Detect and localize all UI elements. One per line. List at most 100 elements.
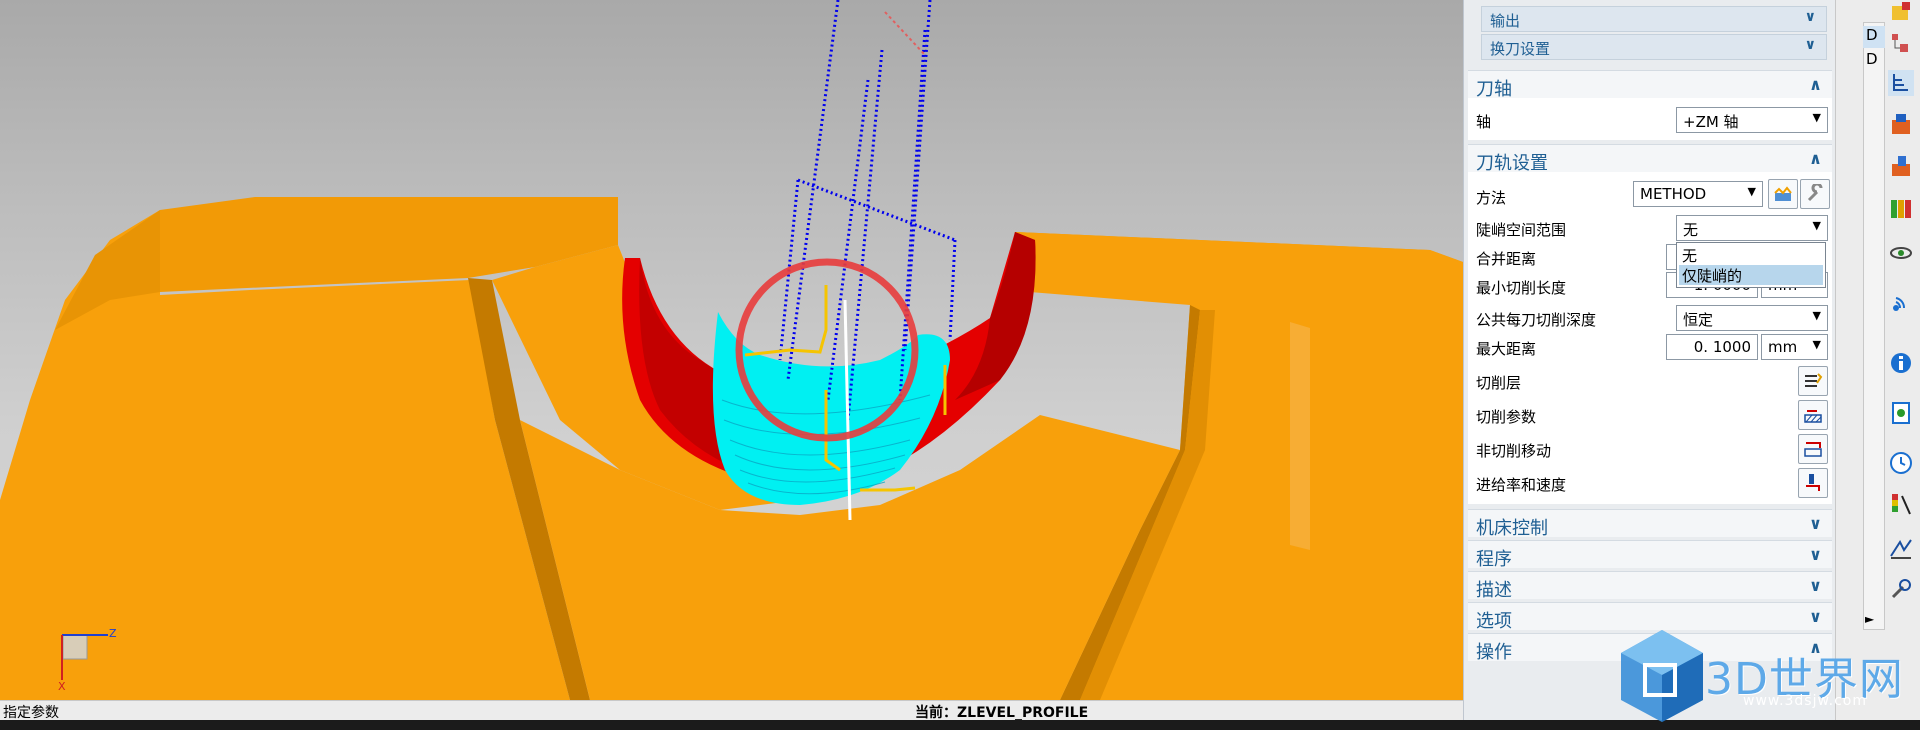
- chevron-down-icon[interactable]: ∨: [1809, 514, 1822, 533]
- tool-library-icon[interactable]: [1888, 154, 1914, 180]
- steep-range-dropdown-list: 无 仅陡峭的: [1676, 242, 1826, 288]
- tool-axis-body: 轴 +ZM 轴 ▼: [1468, 98, 1832, 140]
- section-program-title: 程序: [1476, 549, 1512, 570]
- steep-range-select-value: 无: [1683, 221, 1699, 239]
- section-output[interactable]: 输出 ∨: [1481, 6, 1827, 32]
- axis-select[interactable]: +ZM 轴 ▼: [1676, 107, 1828, 133]
- depth-per-cut-select[interactable]: 恒定 ▼: [1676, 305, 1828, 331]
- dropdown-arrow-icon: ▼: [1812, 219, 1821, 232]
- create-method-icon: [1774, 186, 1792, 201]
- feeds-speeds-label: 进给率和速度: [1476, 476, 1567, 494]
- model-scene: [0, 0, 1463, 700]
- scroll-right-icon[interactable]: ►: [1865, 612, 1874, 626]
- create-method-button[interactable]: [1768, 179, 1798, 209]
- signal-icon[interactable]: [1888, 290, 1914, 316]
- section-actions-title: 操作: [1476, 642, 1512, 663]
- status-bar: 指定参数 当前：ZLEVEL_PROFILE: [0, 700, 1463, 721]
- dropdown-arrow-icon: ▼: [1747, 185, 1756, 198]
- part-slot-right: [1290, 322, 1310, 550]
- section-tool-axis-title: 刀轴: [1476, 79, 1512, 100]
- path-settings-body: 方法 METHOD ▼ 陡峭空间范围 无 ▼ 合并距离 最小切削长度 1. 00…: [1468, 172, 1832, 504]
- dropdown-option-none[interactable]: 无: [1679, 245, 1823, 265]
- max-distance-unit-value: mm: [1768, 338, 1798, 356]
- dropdown-option-steep-only[interactable]: 仅陡峭的: [1679, 265, 1823, 285]
- chevron-down-icon[interactable]: ∨: [1809, 545, 1822, 564]
- cube-logo-icon: [1621, 630, 1703, 722]
- chevron-down-icon[interactable]: ∨: [1805, 9, 1816, 25]
- chevron-down-icon[interactable]: ∨: [1805, 37, 1816, 53]
- dropdown-arrow-icon: ▼: [1812, 338, 1821, 351]
- cut-levels-label: 切削层: [1476, 374, 1522, 392]
- machine-tool-icon[interactable]: [1888, 112, 1914, 138]
- status-prompt: 指定参数: [3, 705, 59, 721]
- edit-method-button[interactable]: [1800, 179, 1830, 209]
- feeds-speeds-button[interactable]: [1798, 468, 1828, 498]
- cut-levels-icon: [1805, 373, 1823, 387]
- section-output-label: 输出: [1490, 12, 1521, 30]
- navigator-column: [1863, 22, 1885, 630]
- axis-label: 轴: [1476, 113, 1492, 131]
- depth-per-cut-label: 公共每刀切削深度: [1476, 311, 1597, 329]
- assembly-navigator-icon[interactable]: [1888, 30, 1914, 56]
- cut-params-button[interactable]: [1798, 400, 1828, 430]
- cut-params-label: 切削参数: [1476, 408, 1537, 426]
- section-tool-change[interactable]: 换刀设置 ∨: [1481, 34, 1827, 60]
- status-current-operation: 当前：ZLEVEL_PROFILE: [915, 705, 1089, 721]
- operation-dialog-panel: 输出 ∨ 换刀设置 ∨ 刀轴 ∧ 轴 +ZM 轴 ▼ 刀轨设置 ∧ 方法 MET…: [1463, 0, 1835, 720]
- section-tool-change-label: 换刀设置: [1490, 40, 1551, 58]
- chevron-down-icon[interactable]: ∨: [1809, 576, 1822, 595]
- method-label: 方法: [1476, 189, 1507, 207]
- color-scale-icon[interactable]: [1888, 492, 1914, 518]
- chevron-down-icon[interactable]: ∨: [1809, 607, 1822, 626]
- book-icon[interactable]: [1888, 196, 1914, 222]
- navigator-tab[interactable]: D: [1863, 26, 1885, 48]
- wrench-icon[interactable]: [1888, 576, 1914, 602]
- section-path-settings[interactable]: 刀轨设置 ∧: [1468, 144, 1832, 174]
- chevron-up-icon[interactable]: ∧: [1809, 75, 1822, 94]
- triad-z-label: Z: [109, 627, 117, 640]
- section-program[interactable]: 程序 ∨: [1468, 540, 1832, 570]
- wrench-icon: [1807, 184, 1823, 202]
- watermark-logo: 3D世界网 www.3dsjw.com: [1615, 625, 1920, 730]
- non-cut-moves-icon: [1804, 442, 1822, 457]
- max-distance-unit[interactable]: mm ▼: [1761, 334, 1828, 360]
- method-select[interactable]: METHOD ▼: [1633, 181, 1763, 207]
- chevron-up-icon[interactable]: ∧: [1809, 149, 1822, 168]
- steep-range-select[interactable]: 无 ▼: [1676, 215, 1828, 241]
- part-navigator-icon[interactable]: [1888, 0, 1914, 26]
- non-cut-moves-button[interactable]: [1798, 434, 1828, 464]
- section-description-title: 描述: [1476, 580, 1512, 601]
- feeds-speeds-icon: [1806, 474, 1820, 491]
- measure-icon[interactable]: [1888, 536, 1914, 562]
- watermark-url: www.3dsjw.com: [1743, 693, 1868, 709]
- cut-levels-button[interactable]: [1798, 366, 1828, 396]
- dropdown-arrow-icon: ▼: [1812, 111, 1821, 124]
- navigator-tab[interactable]: D: [1863, 50, 1885, 72]
- steep-range-label: 陡峭空间范围: [1476, 221, 1567, 239]
- method-select-value: METHOD: [1640, 185, 1707, 203]
- max-distance-field[interactable]: 0. 1000: [1666, 334, 1758, 360]
- eye-icon[interactable]: [1888, 240, 1914, 266]
- section-options-title: 选项: [1476, 611, 1512, 632]
- cut-params-icon: [1804, 410, 1822, 423]
- info-icon[interactable]: [1888, 350, 1914, 376]
- min-cut-length-label: 最小切削长度: [1476, 279, 1567, 297]
- triad-x-label: X: [58, 680, 66, 693]
- operation-navigator-icon[interactable]: [1888, 70, 1914, 96]
- graphics-viewport[interactable]: Z X: [0, 0, 1463, 700]
- section-tool-axis[interactable]: 刀轴 ∧: [1468, 70, 1832, 100]
- engage-path: [884, 11, 926, 56]
- section-machine-control-title: 机床控制: [1476, 518, 1548, 539]
- document-icon[interactable]: [1888, 400, 1914, 426]
- max-distance-value: 0. 1000: [1693, 338, 1751, 356]
- axis-select-value: +ZM 轴: [1683, 113, 1739, 131]
- section-description[interactable]: 描述 ∨: [1468, 571, 1832, 601]
- max-distance-label: 最大距离: [1476, 340, 1537, 358]
- clock-icon[interactable]: [1888, 450, 1914, 476]
- dropdown-arrow-icon: ▼: [1812, 309, 1821, 322]
- non-cut-moves-label: 非切削移动: [1476, 442, 1552, 460]
- merge-distance-label: 合并距离: [1476, 250, 1537, 268]
- depth-per-cut-select-value: 恒定: [1683, 311, 1714, 329]
- section-machine-control[interactable]: 机床控制 ∨: [1468, 509, 1832, 539]
- section-path-settings-title: 刀轨设置: [1476, 153, 1548, 174]
